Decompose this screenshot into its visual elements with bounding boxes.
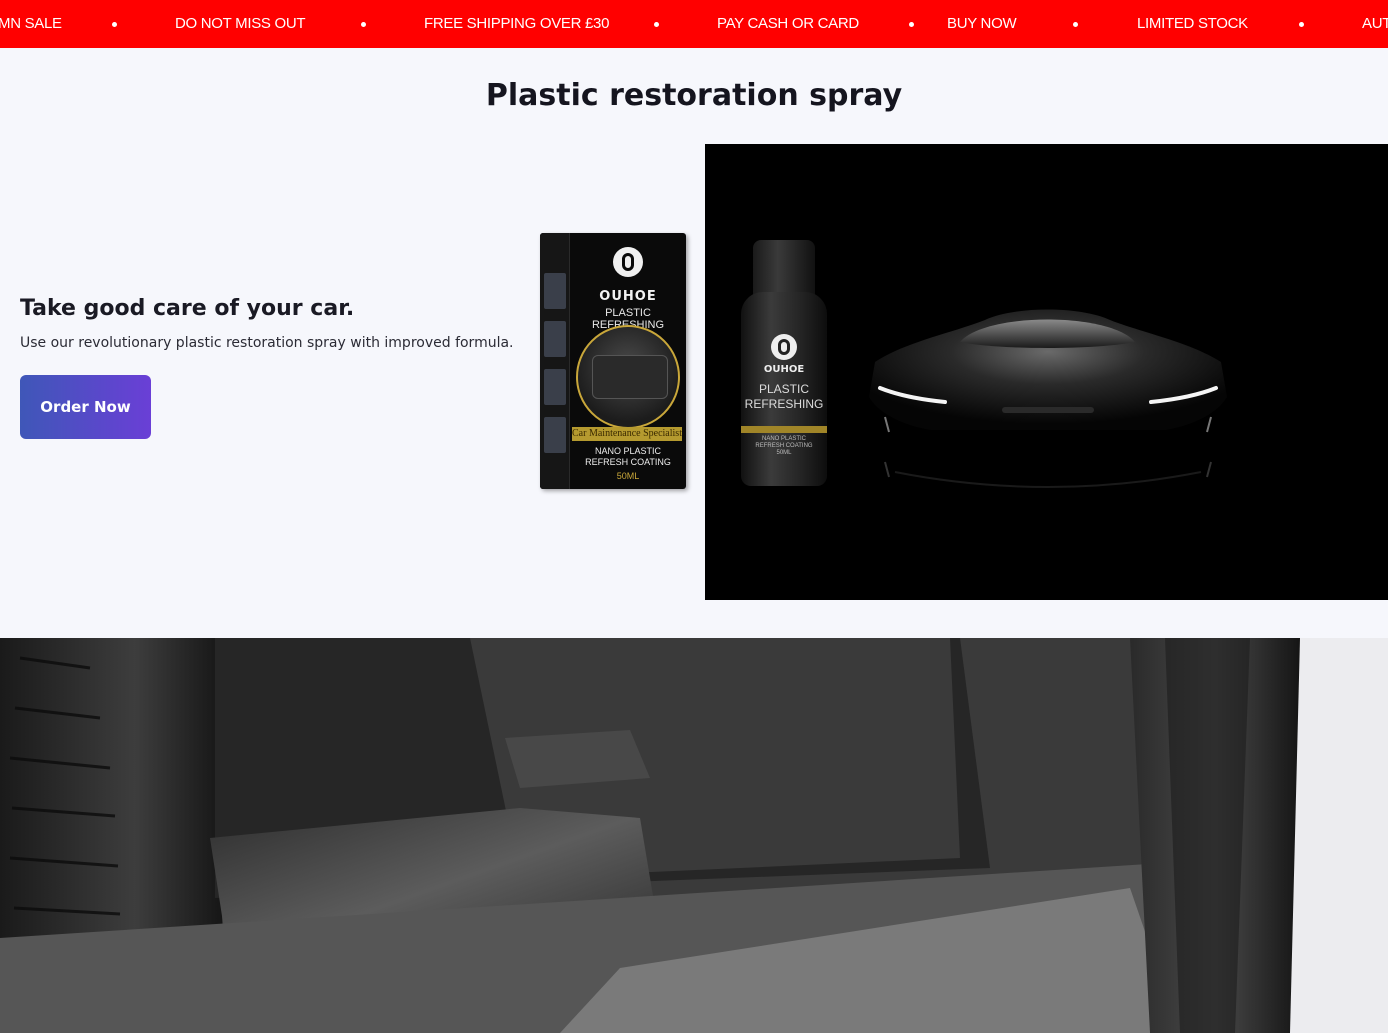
product-bottle: OUHOE PLASTIC REFRESHING NANO PLASTIC RE…	[741, 240, 827, 486]
bottle-small-text: NANO PLASTIC REFRESH COATING 50ML	[741, 436, 827, 457]
hero-heading: Take good care of your car.	[20, 296, 355, 321]
bumper-illustration	[0, 638, 1388, 1033]
separator-dot-icon	[654, 22, 659, 27]
usage-thumbnail	[544, 369, 566, 405]
announcement-item: DO NOT MISS OUT	[175, 15, 306, 32]
box-size: 50ML	[616, 471, 640, 481]
usage-thumbnail	[544, 417, 566, 453]
bottle-brand: OUHOE	[763, 364, 805, 375]
announcement-item: PAY CASH OR CARD	[717, 15, 859, 32]
hero-product-photo: OUHOE PLASTIC REFRESHING NANO PLASTIC RE…	[705, 144, 1388, 600]
product-box-image: OUHOE PLASTIC REFRESHING Car Maintenance…	[540, 233, 686, 489]
bottle-label-band	[741, 426, 827, 433]
bumper-closeup-photo	[0, 638, 1388, 1033]
announcement-item: MN SALE	[0, 15, 62, 32]
bottle-small-line: 50ML	[776, 450, 792, 456]
separator-dot-icon	[361, 22, 366, 27]
page-title: Plastic restoration spray	[485, 78, 903, 113]
bottle-name-line: PLASTIC	[758, 382, 809, 396]
bottle-small-line: REFRESH COATING	[755, 443, 813, 449]
box-side-panel	[540, 233, 570, 489]
separator-dot-icon	[112, 22, 117, 27]
usage-thumbnail	[544, 273, 566, 309]
usage-thumbnail	[544, 321, 566, 357]
bottle-small-line: NANO PLASTIC	[761, 436, 806, 442]
brand-logo-icon	[613, 247, 643, 277]
brand-logo-icon	[771, 334, 797, 360]
announcement-item: AUT	[1362, 15, 1388, 32]
hero-subtext: Use our revolutionary plastic restoratio…	[20, 335, 514, 351]
order-now-button[interactable]: Order Now	[20, 375, 151, 439]
announcement-bar: MN SALE DO NOT MISS OUT FREE SHIPPING OV…	[0, 0, 1388, 48]
box-car-interior-image	[576, 325, 680, 429]
separator-dot-icon	[1073, 22, 1078, 27]
bottle-name-line: REFRESHING	[744, 397, 824, 411]
bottle-cap	[753, 240, 815, 296]
bottle-body: OUHOE PLASTIC REFRESHING NANO PLASTIC RE…	[741, 292, 827, 486]
announcement-item: FREE SHIPPING OVER £30	[424, 15, 610, 32]
bottle-product-name: PLASTIC REFRESHING	[741, 382, 827, 412]
sports-car-image	[869, 309, 1227, 488]
car-door-panel	[592, 355, 668, 399]
box-line: REFRESH COATING	[585, 457, 671, 467]
box-banner: Car Maintenance Specialist	[572, 427, 682, 441]
announcement-item: BUY NOW	[947, 15, 1017, 32]
separator-dot-icon	[1299, 22, 1304, 27]
separator-dot-icon	[909, 22, 914, 27]
box-brand: OUHOE	[599, 289, 657, 304]
box-line: NANO PLASTIC	[594, 446, 661, 456]
announcement-item: LIMITED STOCK	[1137, 15, 1248, 32]
